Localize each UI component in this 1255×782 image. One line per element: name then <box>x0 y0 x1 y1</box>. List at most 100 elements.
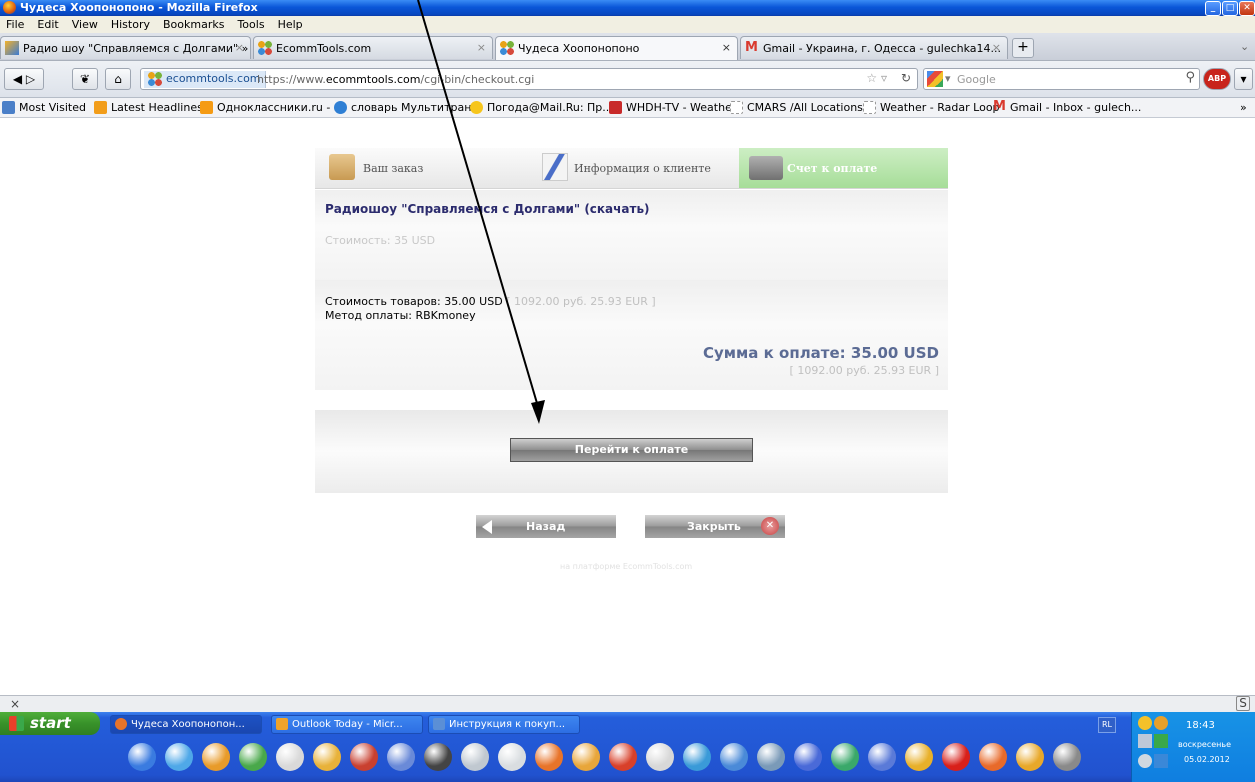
task-outlook[interactable]: Outlook Today - Micr... <box>271 715 423 734</box>
quick-launch-app-icon[interactable] <box>609 743 637 771</box>
step-invoice-active[interactable]: Счет к оплате <box>739 148 948 188</box>
tray-icon[interactable] <box>1138 734 1152 748</box>
quick-launch-app-icon[interactable] <box>572 743 600 771</box>
tab-close-icon[interactable]: × <box>235 41 244 54</box>
search-magnifier-icon[interactable]: ⚲ <box>1185 70 1195 85</box>
quick-launch-app-icon[interactable] <box>942 743 970 771</box>
bookmark-whdh-weather[interactable]: WHDH-TV - Weather <box>609 101 736 114</box>
url-text: https://www.ecommtools.com/cgi-bin/check… <box>257 73 535 86</box>
task-instructions[interactable]: Инструкция к покуп... <box>428 715 580 734</box>
task-firefox[interactable]: Чудеса Хоопонопон... <box>110 715 262 734</box>
weather-sun-icon <box>470 101 483 114</box>
tab-list-chevron-icon[interactable]: ⌄ <box>1240 40 1249 53</box>
back-button-label: Назад <box>526 520 566 533</box>
bookmarks-more-chevron-icon[interactable]: » <box>1240 101 1247 114</box>
search-box[interactable]: ▾ Google ⚲ <box>923 68 1200 90</box>
bookmark-gmail-inbox[interactable]: M Gmail - Inbox - gulech... <box>993 100 1141 114</box>
search-engine-chevron-icon[interactable]: ▾ <box>945 72 951 85</box>
start-button[interactable]: start <box>0 712 100 735</box>
tab-title: Gmail - Украина, г. Одесса - gulechka14.… <box>763 42 1002 55</box>
bookmark-multitran[interactable]: словарь Мультитран <box>334 101 471 114</box>
skype-icon[interactable]: S <box>1236 696 1250 711</box>
quick-launch-app-icon[interactable] <box>794 743 822 771</box>
quick-launch-app-icon[interactable] <box>165 743 193 771</box>
reload-icon[interactable]: ↻ <box>901 71 911 85</box>
bookmark-latest-headlines[interactable]: Latest Headlines <box>94 101 203 114</box>
whdh-icon <box>609 101 622 114</box>
bookmark-star-icon[interactable]: ☆ ▿ <box>866 71 887 85</box>
back-forward-button[interactable]: ◀ ▷ <box>4 68 44 90</box>
quick-launch-app-icon[interactable] <box>683 743 711 771</box>
quick-launch-app-icon[interactable] <box>350 743 378 771</box>
outlook-icon <box>276 718 288 730</box>
menu-bookmarks[interactable]: Bookmarks <box>157 16 231 31</box>
quick-launch-app-icon[interactable] <box>498 743 526 771</box>
back-button[interactable]: Назад <box>476 515 616 538</box>
tab-close-icon[interactable]: × <box>722 41 731 54</box>
quick-launch-app-icon[interactable] <box>387 743 415 771</box>
quick-launch-app-icon[interactable] <box>979 743 1007 771</box>
step-client-info[interactable]: Информация о клиенте <box>526 148 739 188</box>
quick-launch-app-icon[interactable] <box>424 743 452 771</box>
tray-icon[interactable] <box>1138 754 1152 768</box>
bookmark-cmars[interactable]: CMARS /All Locations <box>730 101 863 114</box>
quick-launch-app-icon[interactable] <box>239 743 267 771</box>
menu-help[interactable]: Help <box>272 16 310 31</box>
menu-tools[interactable]: Tools <box>231 16 271 31</box>
tray-icon[interactable] <box>1138 716 1152 730</box>
window-title: Чудеса Хоопонопоно - Mozilla Firefox <box>20 1 258 14</box>
quick-launch-app-icon[interactable] <box>535 743 563 771</box>
tray-icon[interactable] <box>1154 716 1168 730</box>
tray-icon[interactable] <box>1154 754 1168 768</box>
quick-launch-app-icon[interactable] <box>720 743 748 771</box>
go-to-payment-button[interactable]: Перейти к оплате <box>510 438 753 462</box>
bookmark-pogoda-mail[interactable]: Погода@Mail.Ru: Пр... <box>470 101 613 114</box>
language-indicator[interactable]: RL <box>1098 717 1116 733</box>
url-bar[interactable]: ecommtools.com https://www.ecommtools.co… <box>140 68 918 90</box>
tab-chudesa-active[interactable]: Чудеса Хоопонопоно × <box>495 36 738 60</box>
quick-launch-app-icon[interactable] <box>461 743 489 771</box>
google-search-engine-icon[interactable] <box>927 71 943 87</box>
maximize-button[interactable]: □ <box>1222 1 1238 16</box>
order-totals-block: Стоимость товаров: 35.00 USD [ 1092.00 р… <box>315 280 948 390</box>
tab-ecommtools[interactable]: EcommTools.com × <box>253 36 493 59</box>
window-title-bar[interactable]: Чудеса Хоопонопоно - Mozilla Firefox _ □… <box>0 0 1255 16</box>
addon-menu-icon[interactable]: ▾ <box>1234 68 1253 90</box>
bookmark-most-visited[interactable]: Most Visited <box>2 101 86 114</box>
tab-radio-show[interactable]: Радио шоу "Справляемся с Долгами" » ... … <box>0 36 251 59</box>
new-tab-button[interactable]: + <box>1012 38 1034 58</box>
site-identity-button[interactable]: ecommtools.com <box>144 71 266 88</box>
quick-launch-app-icon[interactable] <box>1053 743 1081 771</box>
tab-close-icon[interactable]: × <box>992 41 1001 54</box>
tab-gmail[interactable]: M Gmail - Украина, г. Одесса - gulechka1… <box>740 36 1008 59</box>
clock-time[interactable]: 18:43 <box>1186 720 1215 731</box>
tray-check-icon[interactable] <box>1154 734 1168 748</box>
quick-launch-app-icon[interactable] <box>128 743 156 771</box>
tab-close-icon[interactable]: × <box>477 41 486 54</box>
bookmark-weather-radar[interactable]: Weather - Radar Loop <box>863 101 1000 114</box>
close-button[interactable]: Закрыть ✕ <box>645 515 785 538</box>
quick-launch-app-icon[interactable] <box>202 743 230 771</box>
quick-launch-app-icon[interactable] <box>276 743 304 771</box>
find-bar-close-icon[interactable]: × <box>10 697 20 711</box>
quick-launch-app-icon[interactable] <box>831 743 859 771</box>
quick-launch-app-icon[interactable] <box>1016 743 1044 771</box>
step-your-order[interactable]: Ваш заказ <box>315 148 526 188</box>
quick-launch-app-icon[interactable] <box>646 743 674 771</box>
close-window-button[interactable]: ✕ <box>1239 1 1255 16</box>
menu-edit[interactable]: Edit <box>31 16 65 31</box>
quick-launch-app-icon[interactable] <box>905 743 933 771</box>
menu-file[interactable]: File <box>0 16 31 31</box>
home-icon[interactable]: ⌂ <box>105 68 131 90</box>
odnoklassniki-icon <box>200 101 213 114</box>
minimize-button[interactable]: _ <box>1205 1 1221 16</box>
feed-icon[interactable]: ❦ <box>72 68 98 90</box>
menu-history[interactable]: History <box>105 16 157 31</box>
quick-launch-app-icon[interactable] <box>757 743 785 771</box>
quick-launch-app-icon[interactable] <box>868 743 896 771</box>
bookmark-odnoklassniki[interactable]: Одноклассники.ru - ... <box>200 101 344 114</box>
firefox-icon <box>115 718 127 730</box>
adblock-icon[interactable]: ABP <box>1203 68 1231 90</box>
quick-launch-app-icon[interactable] <box>313 743 341 771</box>
menu-view[interactable]: View <box>66 16 105 31</box>
